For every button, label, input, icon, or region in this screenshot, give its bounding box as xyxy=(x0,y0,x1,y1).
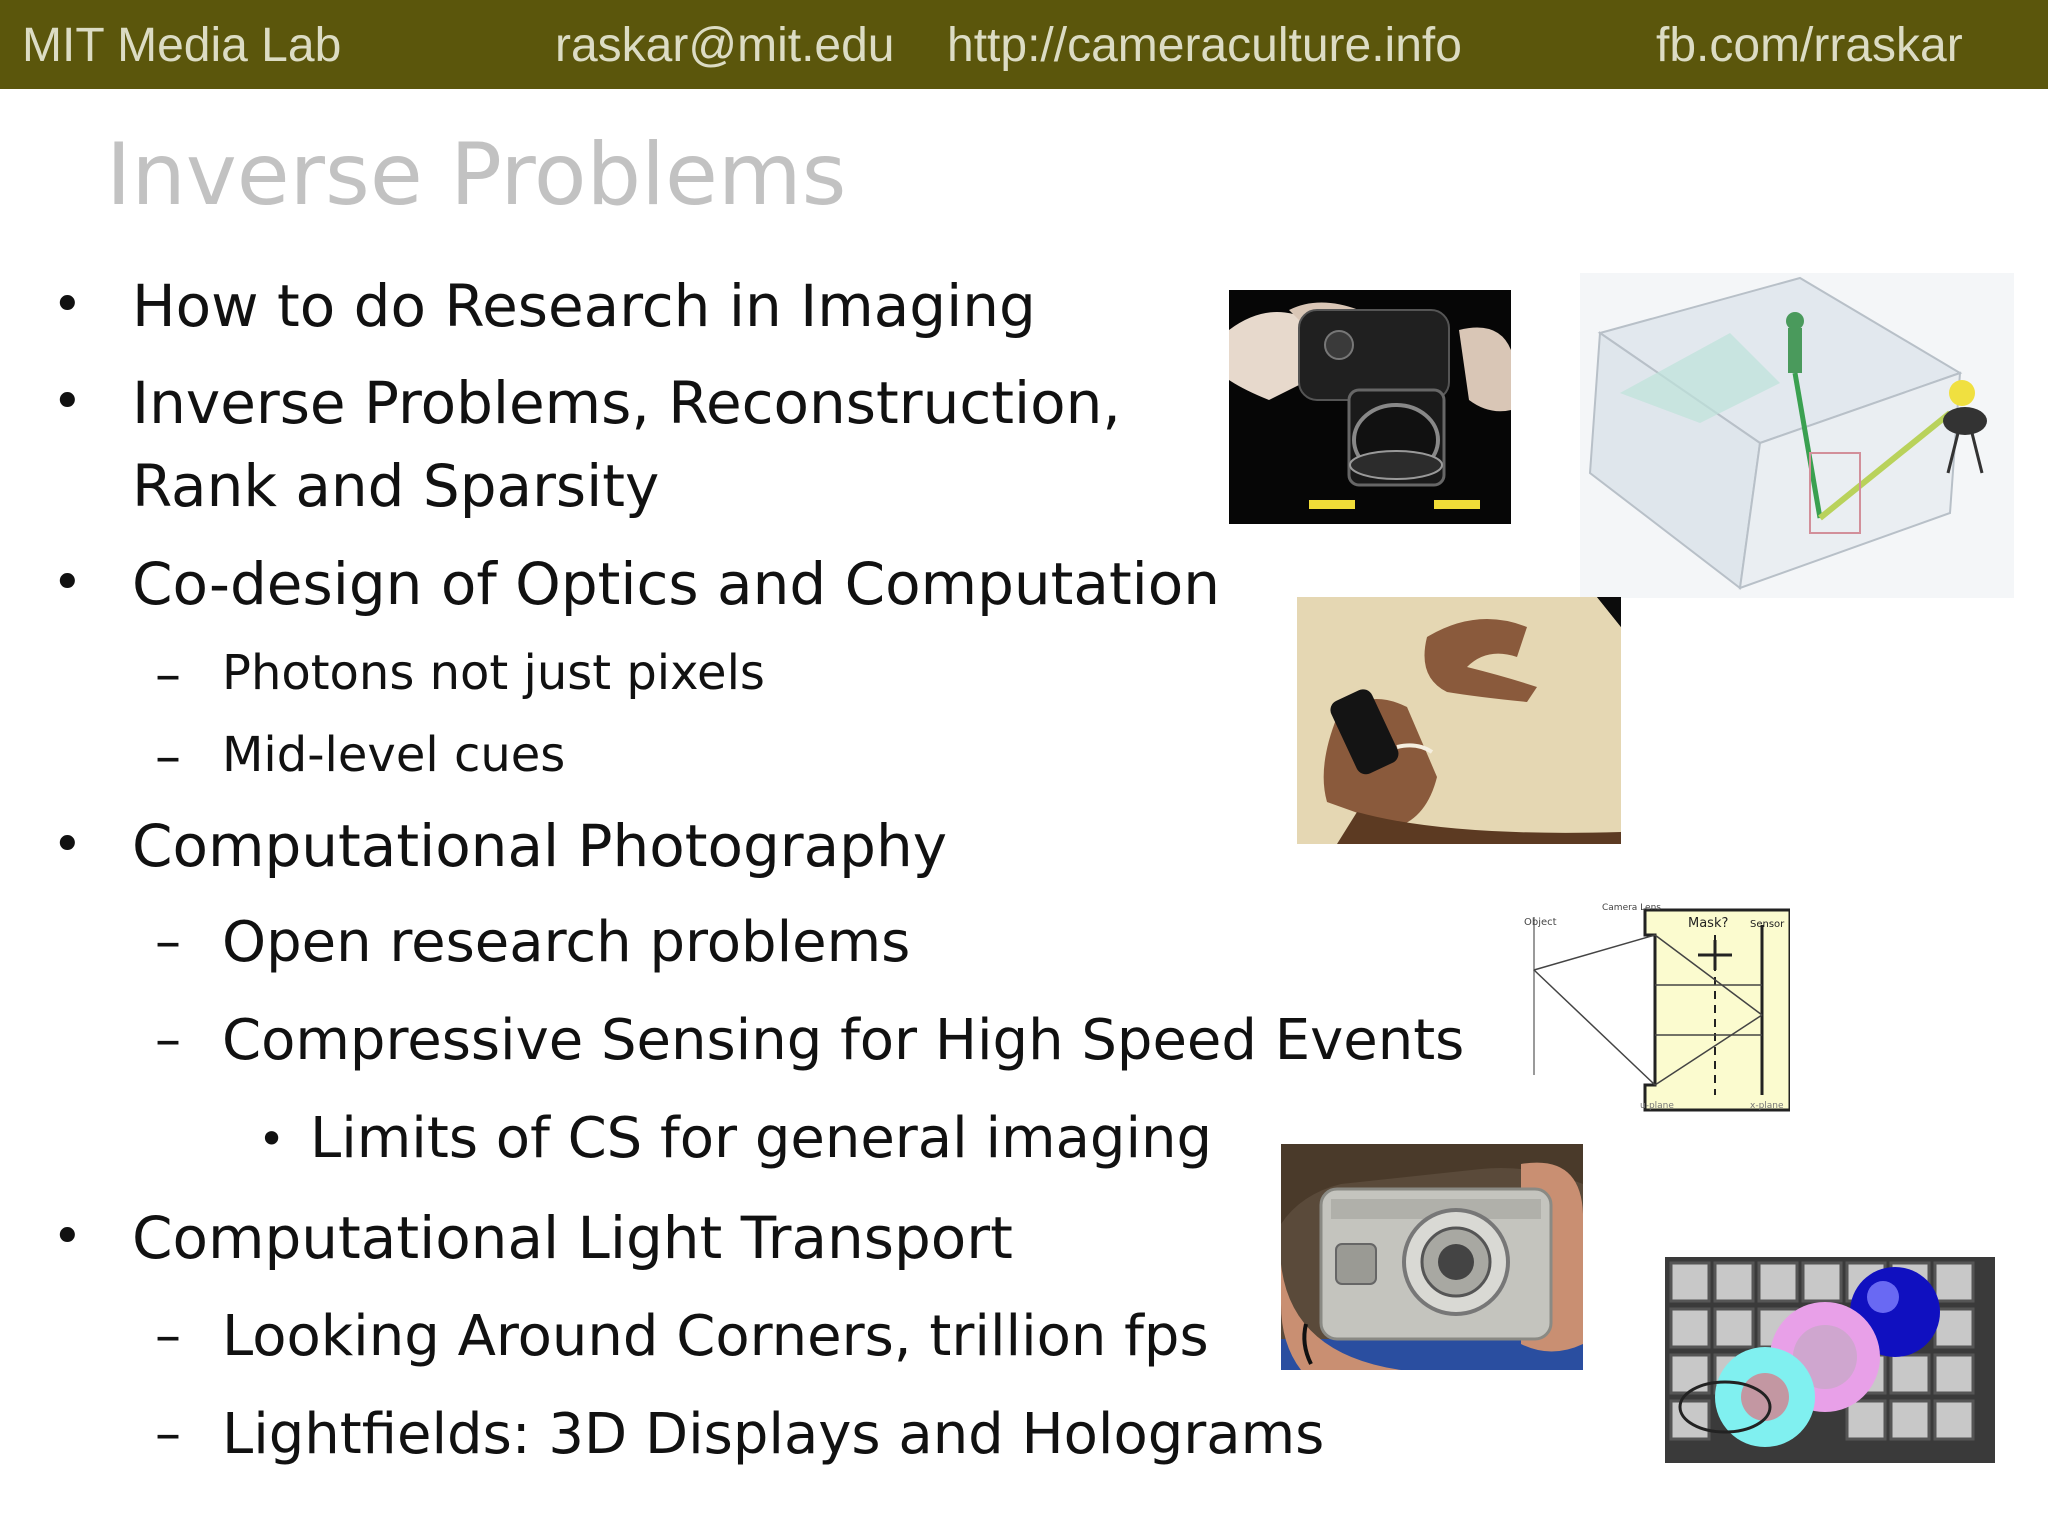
diagram-label-mask: Mask? xyxy=(1688,916,1728,931)
dash-marker: – xyxy=(155,1404,181,1464)
lab-name: MIT Media Lab xyxy=(22,19,342,72)
checkerboard-spheres-render xyxy=(1665,1257,1995,1463)
compact-camera-photo xyxy=(1281,1144,1583,1370)
bullet-marker: • xyxy=(52,372,83,432)
bullet-marker: • xyxy=(52,815,83,875)
header-bar: MIT Media Lab raskar@mit.edu http://came… xyxy=(0,0,2048,89)
dash-marker: – xyxy=(155,727,181,787)
bullet-marker: • xyxy=(52,553,83,613)
diagram-label-x-plane: x-plane xyxy=(1750,1101,1784,1111)
diagram-label-u-plane: u-plane xyxy=(1640,1101,1674,1111)
hands-phone-photo xyxy=(1297,597,1621,844)
sub-around-corners: Looking Around Corners, trillion fps xyxy=(222,1304,1209,1369)
sub-lightfields: Lightfields: 3D Displays and Holograms xyxy=(222,1402,1325,1467)
subsub-limits-cs: Limits of CS for general imaging xyxy=(310,1106,1213,1171)
diagram-label-object: Object xyxy=(1524,917,1557,928)
slide-title: Inverse Problems xyxy=(106,125,847,225)
bullet-marker: • xyxy=(258,1112,286,1166)
facebook-link[interactable]: fb.com/rraskar xyxy=(1656,18,1963,73)
room-scene-diagram xyxy=(1580,273,2014,598)
bullet-marker: • xyxy=(52,275,83,335)
optics-mask-diagram: Object Camera Lens Mask? Sensor u-plane … xyxy=(1510,895,1790,1117)
diagram-label-lens: Camera Lens xyxy=(1602,903,1661,913)
bullet-research: How to do Research in Imaging xyxy=(132,272,1036,340)
bullet-marker: • xyxy=(52,1207,83,1267)
camera-hand-photo xyxy=(1229,290,1511,524)
bullet-light-transport: Computational Light Transport xyxy=(132,1204,1013,1272)
email-link[interactable]: raskar@mit.edu xyxy=(555,18,895,73)
dash-marker: – xyxy=(155,645,181,705)
sub-photons: Photons not just pixels xyxy=(222,645,765,701)
dash-marker: – xyxy=(155,1010,181,1070)
dash-marker: – xyxy=(155,1306,181,1366)
bullet-inverse-problems: Inverse Problems, Reconstruction, xyxy=(132,369,1121,437)
bullet-codesign: Co-design of Optics and Computation xyxy=(132,550,1221,618)
website-link[interactable]: http://cameraculture.info xyxy=(947,18,1462,73)
diagram-label-sensor: Sensor xyxy=(1750,919,1785,930)
sub-midlevel: Mid-level cues xyxy=(222,727,566,783)
dash-marker: – xyxy=(155,912,181,972)
bullet-comp-photo: Computational Photography xyxy=(132,812,948,880)
sub-compressive: Compressive Sensing for High Speed Event… xyxy=(222,1008,1465,1073)
sub-open-problems: Open research problems xyxy=(222,910,911,975)
bullet-inverse-problems-cont: Rank and Sparsity xyxy=(132,452,660,520)
